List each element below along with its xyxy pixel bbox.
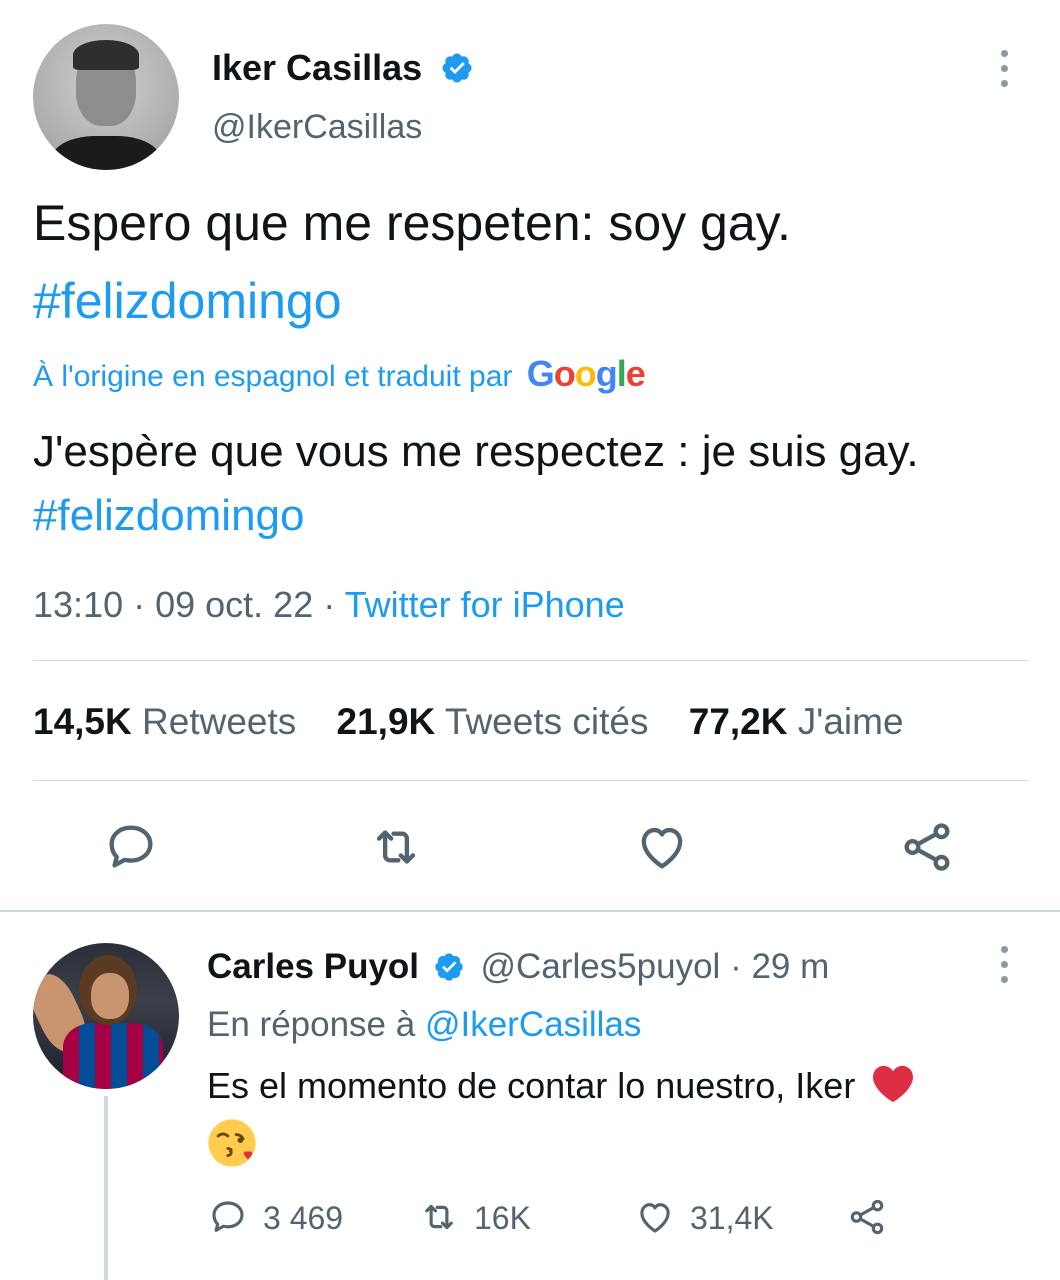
reply-age[interactable]: 29 m — [751, 947, 829, 986]
tweet-time[interactable]: 13:10 — [33, 584, 123, 625]
quotes-label: Tweets cités — [444, 701, 649, 742]
likes-label: J'aime — [797, 701, 904, 742]
translated-text-line: J'espère que vous me respectez : je suis… — [33, 427, 919, 476]
like-count: 31,4K — [690, 1200, 774, 1236]
retweet-button[interactable]: 16K — [418, 1196, 531, 1238]
share-button[interactable] — [846, 1196, 902, 1238]
quotes-count: 21,9K — [336, 701, 436, 742]
reply-more-options-icon[interactable] — [1001, 946, 1011, 991]
thread-line — [104, 1096, 108, 1280]
replying-to: En réponse à @IkerCasillas — [207, 1002, 641, 1048]
reply-author-name[interactable]: Carles Puyol — [207, 947, 419, 986]
translated-text: J'espère que vous me respectez : je suis… — [33, 420, 1023, 548]
retweets-label: Retweets — [142, 701, 297, 742]
divider — [33, 660, 1028, 661]
reply-author-handle[interactable]: @Carles5puyol — [481, 947, 721, 986]
author-handle[interactable]: @IkerCasillas — [212, 106, 422, 148]
reply-header: Carles Puyol @Carles5puyol · 29 m — [207, 944, 829, 990]
reply-icon[interactable] — [102, 818, 160, 876]
tweet-text-line: Espero que me respeten: soy gay. — [33, 195, 791, 251]
reply-icon — [212, 1201, 244, 1232]
more-options-icon[interactable] — [1001, 50, 1011, 95]
likes-count: 77,2K — [688, 701, 788, 742]
likes-stat[interactable]: 77,2K J'aime — [689, 701, 904, 742]
like-icon — [640, 1203, 670, 1233]
share-icon[interactable] — [898, 818, 956, 876]
tweet-text: Espero que me respeten: soy gay. #felizd… — [33, 184, 1023, 340]
retweet-icon — [425, 1204, 453, 1230]
like-icon[interactable] — [633, 818, 691, 876]
reply-button[interactable]: 3 469 — [207, 1196, 343, 1238]
retweet-count: 16K — [474, 1200, 531, 1236]
reply-avatar[interactable] — [33, 943, 179, 1089]
translation-label: À l'origine en espagnol et traduit par — [33, 360, 513, 393]
like-button[interactable]: 31,4K — [634, 1196, 774, 1238]
tweet-meta: 13:10 · 09 oct. 22 · Twitter for iPhone — [33, 582, 625, 628]
hashtag-link[interactable]: #felizdomingo — [33, 262, 1023, 340]
verified-badge-icon — [442, 53, 472, 83]
author-name-text: Iker Casillas — [212, 47, 423, 88]
retweet-icon[interactable] — [367, 818, 425, 876]
translation-attribution[interactable]: À l'origine en espagnol et traduit par G… — [33, 352, 646, 399]
share-icon — [850, 1199, 884, 1235]
meta-separator: · — [323, 584, 345, 625]
retweets-count: 14,5K — [33, 701, 132, 742]
author-name[interactable]: Iker Casillas — [212, 46, 474, 90]
meta-separator: · — [133, 584, 156, 625]
tweet-stats: 14,5K Retweets 21,9K Tweets cités 77,2K … — [33, 698, 904, 746]
tweet-source[interactable]: Twitter for iPhone — [345, 584, 625, 625]
replying-prefix: En réponse à — [207, 1005, 416, 1044]
reply-text-content: Es el momento de contar lo nuestro, Iker — [207, 1065, 856, 1106]
meta-separator: · — [730, 947, 752, 986]
divider — [33, 780, 1028, 781]
avatar[interactable] — [33, 24, 179, 170]
verified-badge-icon — [435, 953, 463, 981]
reply-text: Es el momento de contar lo nuestro, Iker — [207, 1062, 1027, 1110]
replying-to-handle[interactable]: @IkerCasillas — [425, 1005, 641, 1044]
quotes-stat[interactable]: 21,9K Tweets cités — [337, 701, 649, 742]
google-logo: Google — [526, 353, 646, 394]
retweets-stat[interactable]: 14,5K Retweets — [33, 701, 296, 742]
red-heart-emoji-icon — [873, 1065, 914, 1103]
face-blowing-a-kiss-emoji-icon — [208, 1119, 256, 1167]
reply-count: 3 469 — [263, 1200, 344, 1236]
translated-hashtag-link[interactable]: #felizdomingo — [33, 484, 1023, 548]
tweet-date[interactable]: 09 oct. 22 — [155, 584, 313, 625]
tweet-divider — [0, 910, 1060, 912]
